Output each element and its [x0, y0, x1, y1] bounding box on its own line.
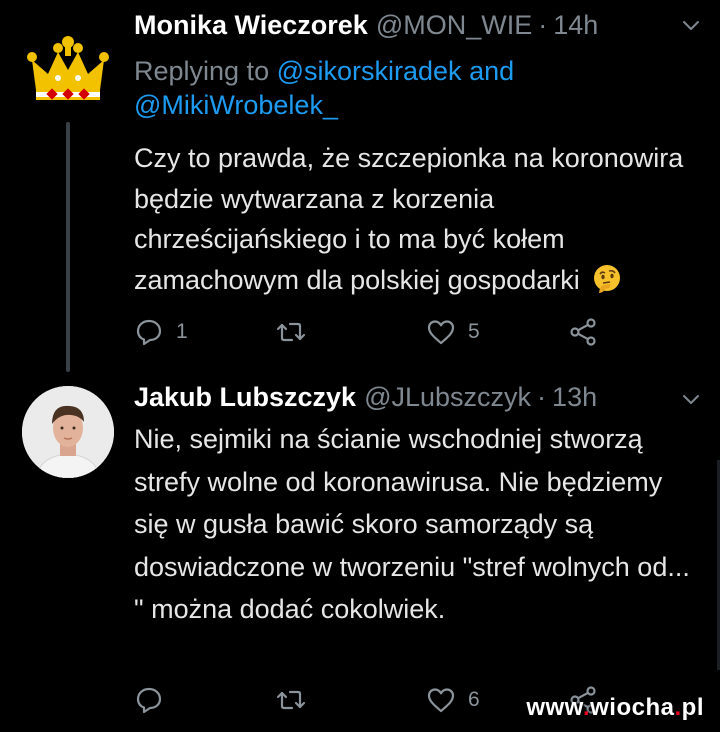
tweet-text: Czy to prawda, że szczepionka na koronow… — [134, 138, 704, 300]
tweet-text: Nie, sejmiki na ścianie wschodniej stwor… — [134, 424, 690, 624]
tweet-time[interactable]: 14h — [553, 10, 598, 41]
watermark: www.wiocha.pl — [526, 694, 704, 722]
reply-icon — [136, 319, 162, 346]
like-count: 5 — [468, 320, 480, 343]
mention-link-2[interactable]: @MikiWrobelek_ — [134, 90, 338, 120]
mention-joiner: and — [469, 56, 515, 86]
share-button[interactable] — [568, 312, 598, 352]
tweet-header: Jakub Lubszczyk @JLubszczyk · 13h — [134, 382, 700, 413]
separator-dot: · — [537, 382, 547, 412]
thread-connector-line — [66, 122, 70, 372]
retweet-button[interactable] — [276, 312, 318, 352]
share-icon — [570, 318, 596, 346]
watermark-dot-2: . — [674, 694, 682, 721]
retweet-icon — [276, 690, 306, 710]
tweet-actions: 1 5 — [134, 312, 604, 352]
retweet-button[interactable] — [276, 680, 318, 720]
watermark-brand: wiocha — [590, 694, 675, 721]
author-handle[interactable]: @MON_WIE — [376, 10, 532, 41]
profile-photo-avatar[interactable] — [22, 386, 114, 478]
author-name[interactable]: Jakub Lubszczyk — [134, 382, 356, 413]
retweet-icon — [276, 322, 306, 342]
mention-link-1[interactable]: @sikorskiradek — [277, 56, 462, 86]
like-count: 6 — [468, 688, 480, 711]
heart-icon — [427, 320, 455, 345]
author-name[interactable]: Monika Wieczorek — [134, 10, 368, 41]
replying-to: Replying to @sikorskiradek and @MikiWrob… — [134, 54, 694, 122]
reply-icon — [136, 687, 162, 714]
watermark-tld: pl — [681, 694, 704, 721]
profile-photo-icon — [22, 386, 114, 478]
reply-button[interactable]: 1 — [134, 312, 188, 352]
crown-icon — [22, 26, 114, 118]
chevron-down-icon[interactable] — [680, 14, 702, 36]
replying-prefix: Replying to — [134, 56, 270, 86]
like-button[interactable]: 5 — [426, 312, 480, 352]
thinking-face-icon — [594, 264, 621, 293]
reply-count: 1 — [176, 320, 188, 343]
crown-avatar[interactable] — [22, 26, 114, 118]
tweet-header: Monika Wieczorek @MON_WIE · 14h — [134, 10, 700, 41]
author-handle[interactable]: @JLubszczyk — [364, 382, 531, 413]
reply-button[interactable] — [134, 680, 176, 720]
tweet-monika[interactable]: Monika Wieczorek @MON_WIE · 14h Replying… — [0, 0, 720, 378]
chevron-down-icon[interactable] — [680, 388, 702, 410]
heart-icon — [427, 688, 455, 713]
like-button[interactable]: 6 — [426, 680, 480, 720]
tweet-jakub[interactable]: Jakub Lubszczyk @JLubszczyk · 13h Nie, s… — [0, 378, 720, 732]
separator-dot: · — [538, 10, 548, 40]
watermark-prefix: www — [526, 694, 583, 721]
tweet-time[interactable]: 13h — [552, 382, 597, 413]
twitter-thread: Monika Wieczorek @MON_WIE · 14h Replying… — [0, 0, 720, 732]
